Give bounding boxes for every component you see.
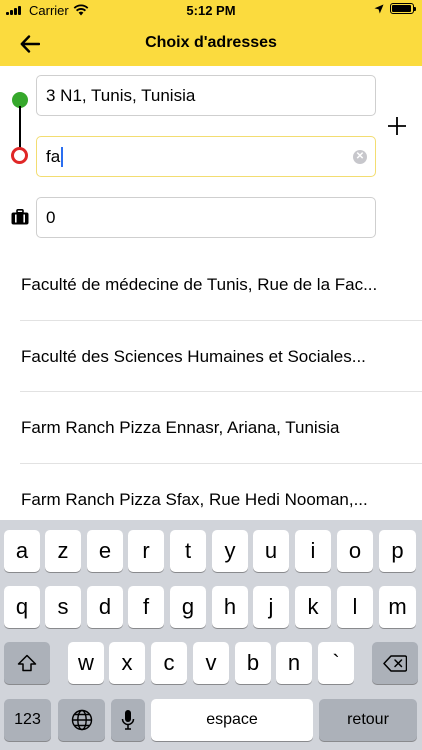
status-bar: Carrier 5:12 PM xyxy=(0,0,422,22)
shift-key[interactable] xyxy=(4,642,50,684)
space-key[interactable]: espace xyxy=(151,699,313,741)
microphone-key[interactable] xyxy=(111,699,145,741)
shift-icon xyxy=(17,654,37,672)
suggestion-label: Farm Ranch Pizza Sfax, Rue Hedi Nooman,.… xyxy=(21,489,368,509)
suggestions-list: Faculté de médecine de Tunis, Rue de la … xyxy=(0,249,422,535)
keyboard: a z e r t y u i o p q s d f g h j k l m … xyxy=(0,520,422,750)
key-c[interactable]: c xyxy=(151,642,187,684)
status-time: 5:12 PM xyxy=(186,3,236,18)
page-title: Choix d'adresses xyxy=(145,34,277,51)
location-arrow-icon xyxy=(374,4,384,13)
key-u[interactable]: u xyxy=(253,530,289,572)
key-k[interactable]: k xyxy=(295,586,331,628)
plus-icon xyxy=(388,117,406,135)
suggestion-item[interactable]: Faculté de médecine de Tunis, Rue de la … xyxy=(20,249,422,321)
suggestion-item[interactable]: Faculté des Sciences Humaines et Sociale… xyxy=(20,321,422,392)
key-z[interactable]: z xyxy=(45,530,81,572)
add-stop-button[interactable] xyxy=(386,114,408,138)
suggestion-label: Farm Ranch Pizza Ennasr, Ariana, Tunisia xyxy=(21,418,340,437)
key-j[interactable]: j xyxy=(253,586,289,628)
key-n[interactable]: n xyxy=(276,642,312,684)
key-y[interactable]: y xyxy=(212,530,248,572)
key-w[interactable]: w xyxy=(68,642,104,684)
key-r[interactable]: r xyxy=(128,530,164,572)
key-p[interactable]: p xyxy=(379,530,416,572)
battery-fill xyxy=(392,5,411,12)
luggage-icon xyxy=(11,209,29,225)
key-x[interactable]: x xyxy=(109,642,145,684)
key-o[interactable]: o xyxy=(337,530,373,572)
key-q[interactable]: q xyxy=(4,586,40,628)
delete-icon xyxy=(383,654,407,672)
key-i[interactable]: i xyxy=(295,530,331,572)
return-key[interactable]: retour xyxy=(319,699,417,741)
luggage-count-value: 0 xyxy=(46,207,56,227)
key-h[interactable]: h xyxy=(212,586,248,628)
end-point-marker xyxy=(11,147,28,164)
route-line xyxy=(19,106,21,152)
microphone-icon xyxy=(121,710,135,730)
key-v[interactable]: v xyxy=(193,642,229,684)
key-s[interactable]: s xyxy=(45,586,81,628)
numbers-key[interactable]: 123 xyxy=(4,699,51,741)
key-g[interactable]: g xyxy=(170,586,206,628)
suggestion-label: Faculté de médecine de Tunis, Rue de la … xyxy=(21,275,378,294)
suggestion-label: Faculté des Sciences Humaines et Sociale… xyxy=(21,346,366,366)
from-address-field[interactable]: 3 N1, Tunis, Tunisia xyxy=(36,75,376,116)
text-cursor xyxy=(61,146,64,167)
key-b[interactable]: b xyxy=(235,642,271,684)
battery-icon xyxy=(390,3,416,14)
globe-icon xyxy=(71,709,92,731)
delete-key[interactable] xyxy=(372,642,418,684)
luggage-count-field[interactable]: 0 xyxy=(36,197,376,238)
key-m[interactable]: m xyxy=(379,586,416,628)
status-right xyxy=(374,3,416,14)
key-l[interactable]: l xyxy=(337,586,373,628)
key-f[interactable]: f xyxy=(128,586,164,628)
key-e[interactable]: e xyxy=(87,530,123,572)
globe-key[interactable] xyxy=(58,699,105,741)
key-t[interactable]: t xyxy=(170,530,206,572)
nav-bar: Choix d'adresses xyxy=(0,22,422,66)
top-bar: Carrier 5:12 PM Choix d'adresses xyxy=(0,0,422,66)
key-d[interactable]: d xyxy=(87,586,123,628)
suggestion-item[interactable]: Farm Ranch Pizza Ennasr, Ariana, Tunisia xyxy=(20,392,422,464)
key-a[interactable]: a xyxy=(4,530,40,572)
key-backtick[interactable]: ` xyxy=(318,642,354,684)
to-address-value: fa xyxy=(46,146,61,166)
screen: Carrier 5:12 PM Choix d'adresses 3 N1, T… xyxy=(0,0,422,750)
to-address-field[interactable]: fa ✕ xyxy=(36,136,376,177)
from-address-value: 3 N1, Tunis, Tunisia xyxy=(46,85,196,105)
clear-icon[interactable]: ✕ xyxy=(353,150,367,164)
